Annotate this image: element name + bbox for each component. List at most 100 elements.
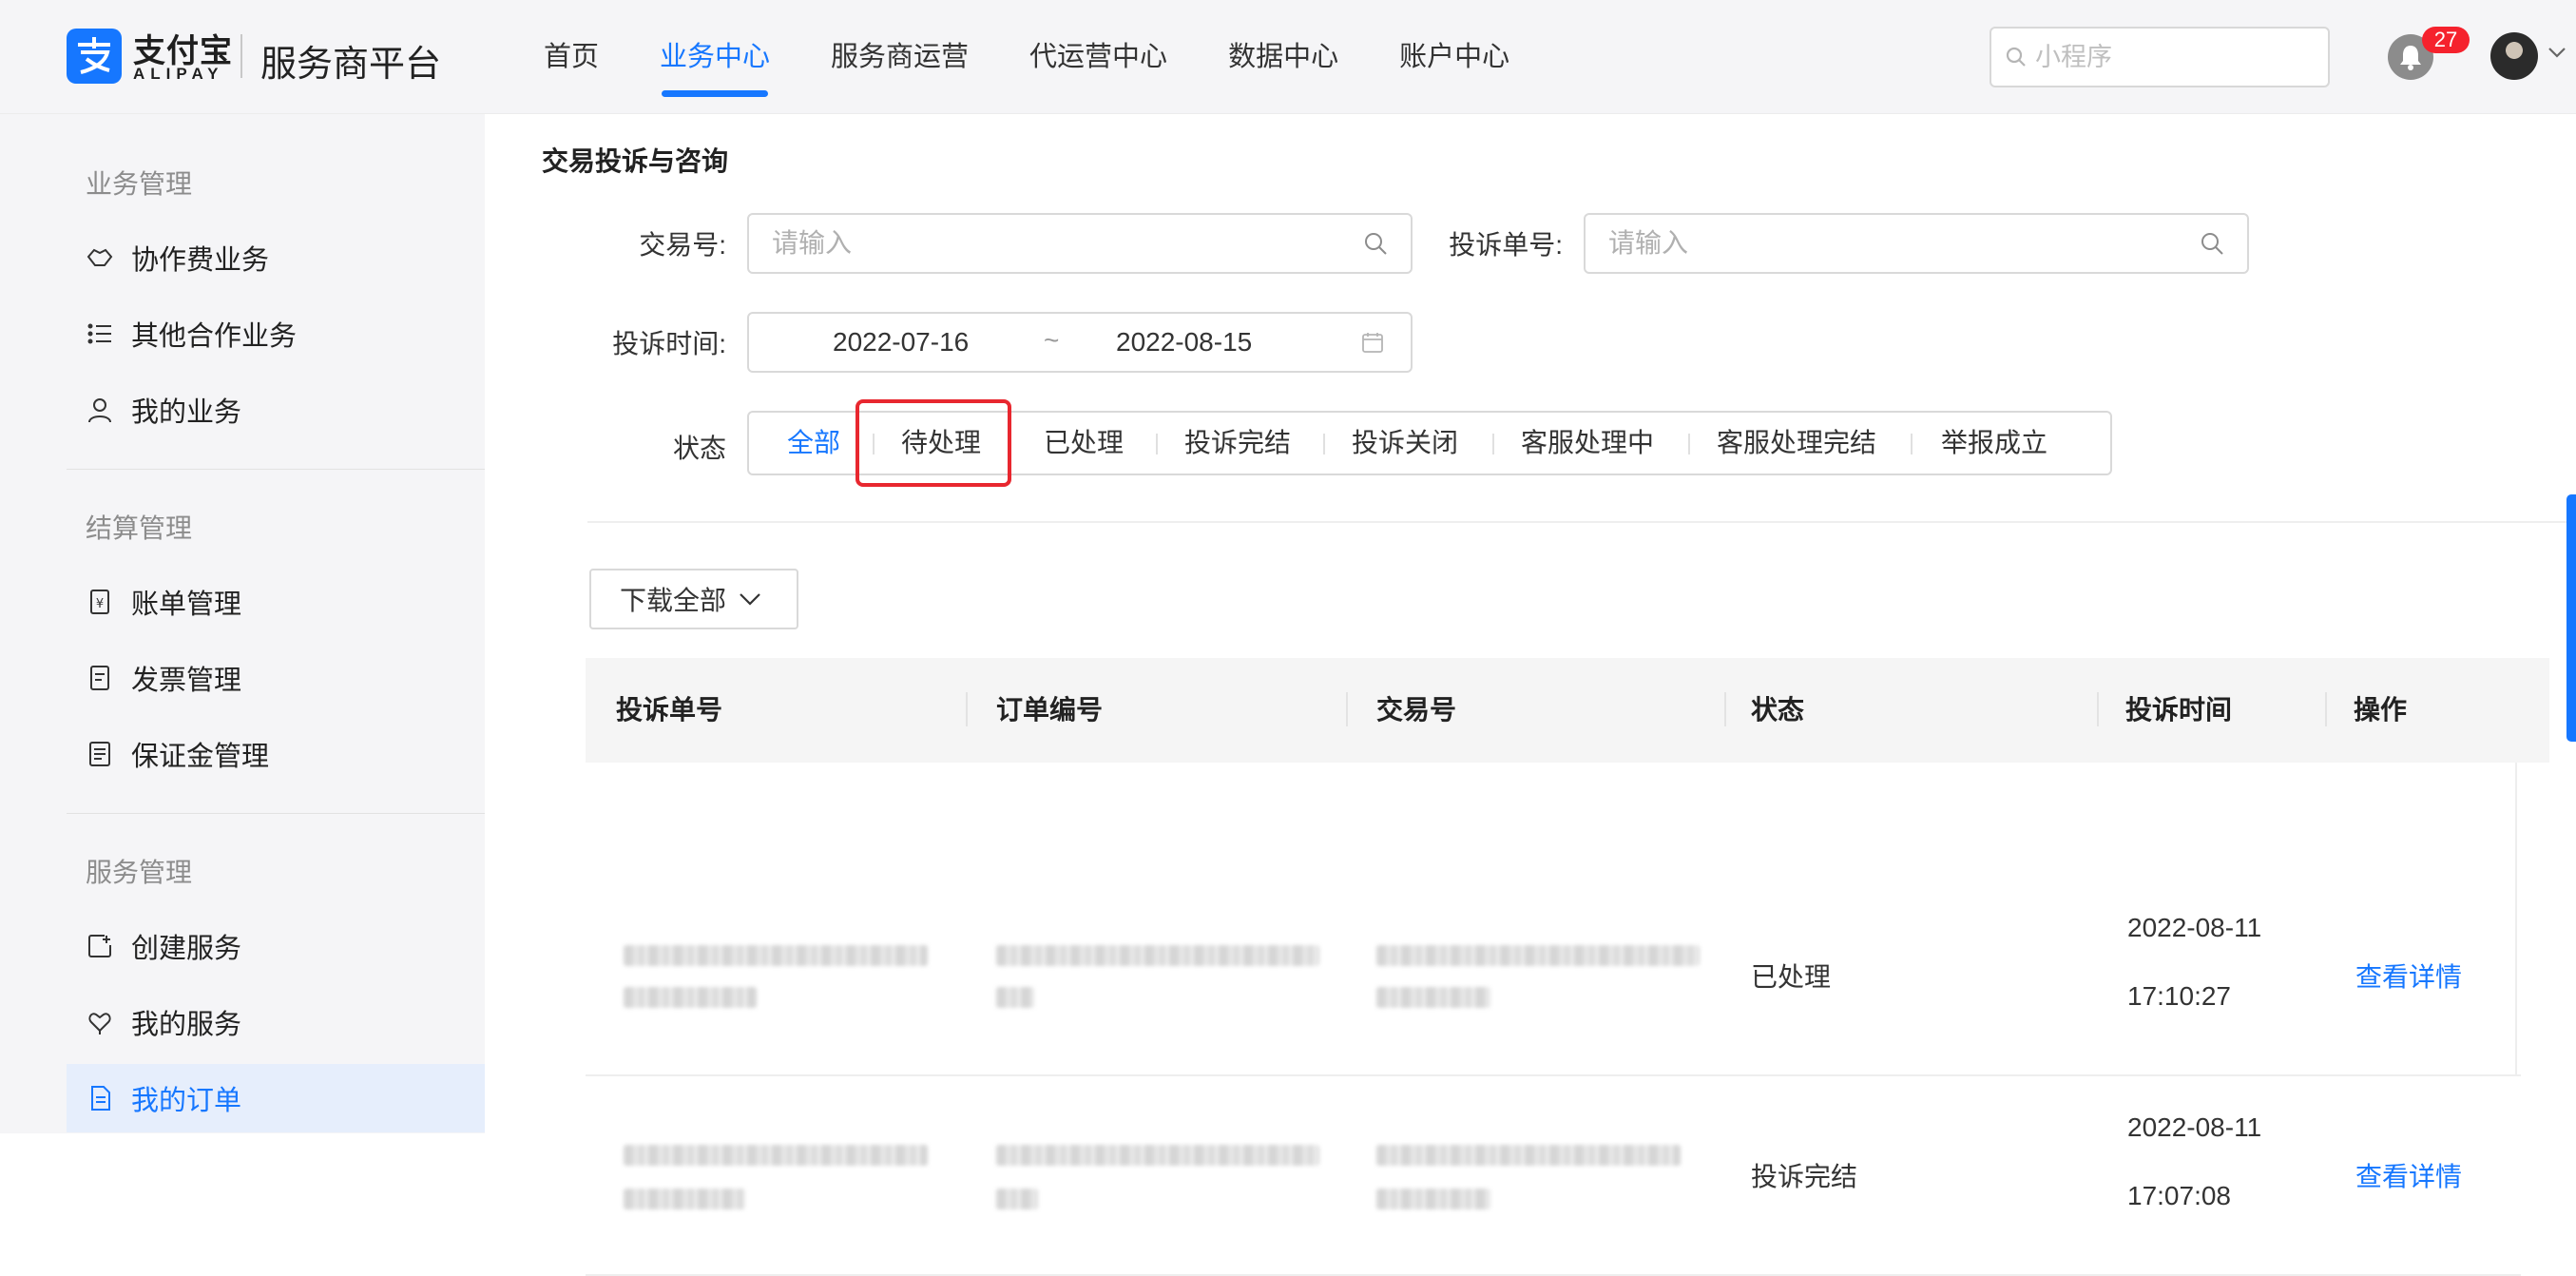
brand-divider (240, 34, 242, 78)
sidebar-item-label: 我的订单 (131, 1086, 242, 1116)
status-tab-processed[interactable]: 已处理 (1044, 413, 1124, 474)
tab-divider (1911, 434, 1913, 454)
sidebar-item-bills[interactable]: ¥ 账单管理 (67, 568, 485, 636)
global-search-input[interactable] (2035, 42, 2320, 72)
trade-no-label: 交易号: (639, 230, 726, 260)
table-row: 已处理 2022-08-11 17:10:27 查看详情 (586, 877, 2521, 1076)
col-divider (966, 692, 968, 726)
table-row: 投诉完结 2022-08-11 17:07:08 查看详情 (586, 1076, 2521, 1276)
sidebar-item-my-business[interactable]: 我的业务 (67, 376, 485, 444)
row-date: 2022-08-11 (2127, 913, 2262, 942)
download-all-label: 下载全部 (620, 586, 727, 615)
heart-hand-icon (86, 1008, 114, 1036)
sidebar-group-settlement: 结算管理 (86, 513, 193, 543)
col-actions: 操作 (2354, 695, 2408, 725)
status-tab-closed[interactable]: 投诉关闭 (1352, 413, 1458, 474)
sidebar-item-deposit[interactable]: 保证金管理 (67, 720, 485, 788)
col-complaint-no[interactable]: 投诉单号 (616, 658, 722, 763)
row-date: 2022-08-11 (2127, 1112, 2262, 1142)
search-icon[interactable] (2200, 231, 2224, 256)
col-trade-no[interactable]: 交易号 (1376, 658, 1456, 763)
add-square-icon (86, 932, 114, 960)
nav-data-center[interactable]: 数据中心 (1198, 0, 1369, 114)
row-time: 17:07:08 (2127, 1181, 2231, 1210)
download-all-button[interactable]: 下载全部 (589, 569, 798, 629)
list-icon (86, 319, 114, 348)
sidebar-item-label: 其他合作业务 (131, 321, 298, 352)
complaint-no-redacted (624, 987, 757, 1008)
order-document-icon (86, 1084, 114, 1112)
sidebar-divider (67, 813, 485, 814)
order-no-redacted (996, 1189, 1038, 1209)
sidebar-item-label: 我的服务 (131, 1010, 242, 1040)
date-range-picker[interactable]: 2022-07-16 ~ 2022-08-15 (747, 312, 1413, 373)
sidebar-divider (67, 469, 485, 470)
order-no-redacted (996, 987, 1034, 1008)
sidebar-item-invoices[interactable]: 发票管理 (67, 644, 485, 712)
date-start[interactable]: 2022-07-16 (833, 327, 969, 358)
status-tab-report-valid[interactable]: 举报成立 (1941, 413, 2047, 474)
sidebar-item-label: 我的业务 (131, 397, 242, 428)
date-end[interactable]: 2022-08-15 (1116, 327, 1252, 358)
view-details-link[interactable]: 查看详情 (2355, 1156, 2462, 1194)
tab-divider (1688, 434, 1690, 454)
col-order-no[interactable]: 订单编号 (996, 658, 1103, 763)
main-content: 交易投诉与咨询 交易号: 投诉单号: 投诉时间: 2022-07-16 ~ 20… (485, 114, 2576, 1276)
document-icon (86, 740, 114, 768)
chevron-down-icon[interactable] (2547, 46, 2566, 59)
trade-no-redacted (1376, 1145, 1681, 1166)
table-header: 投诉单号 订单编号 交易号 状态 投诉时间 操作 (586, 658, 2549, 763)
status-tab-all[interactable]: 全部 (787, 413, 840, 474)
col-divider (2097, 692, 2099, 726)
col-complaint-time[interactable]: 投诉时间 (2125, 658, 2232, 763)
tab-divider (1156, 434, 1158, 454)
row-status: 已处理 (1751, 962, 1832, 992)
handshake-icon (86, 243, 114, 272)
sidebar-item-create-service[interactable]: 创建服务 (67, 912, 485, 980)
sidebar-item-other-coop[interactable]: 其他合作业务 (67, 300, 485, 368)
nav-business-center[interactable]: 业务中心 (629, 0, 800, 114)
trade-no-redacted (1376, 1189, 1490, 1209)
complaint-no-input[interactable] (1608, 228, 2200, 259)
status-tab-completed[interactable]: 投诉完结 (1184, 413, 1291, 474)
sidebar-item-label: 协作费业务 (131, 245, 270, 276)
date-separator: ~ (1044, 325, 1060, 355)
bill-icon: ¥ (86, 588, 114, 616)
sidebar-item-my-orders[interactable]: 我的订单 (67, 1064, 485, 1132)
sidebar-item-label: 保证金管理 (131, 742, 270, 772)
trade-no-input[interactable] (772, 228, 1363, 259)
complaint-no-label: 投诉单号: (1449, 230, 1563, 260)
sidebar: 业务管理 协作费业务 其他合作业务 我的业务 结算管理 ¥ 账单管理 发票管理 (0, 114, 485, 1133)
view-details-link[interactable]: 查看详情 (2355, 957, 2462, 995)
sidebar-item-label: 创建服务 (131, 934, 242, 964)
global-search[interactable] (1990, 27, 2330, 87)
side-scroll-indicator[interactable] (2566, 494, 2576, 742)
complaint-no-field[interactable] (1584, 213, 2249, 274)
sidebar-group-service: 服务管理 (86, 858, 193, 887)
trade-no-field[interactable] (747, 213, 1413, 274)
nav-home[interactable]: 首页 (513, 0, 629, 114)
section-divider (587, 521, 2576, 523)
status-label: 状态 (672, 434, 726, 463)
sidebar-item-my-services[interactable]: 我的服务 (67, 988, 485, 1056)
complaint-no-redacted (624, 945, 928, 966)
col-divider (1346, 692, 1348, 726)
calendar-icon[interactable] (1361, 331, 1384, 354)
alipay-logo-icon[interactable] (67, 29, 122, 84)
nav-account-center[interactable]: 账户中心 (1369, 0, 1540, 114)
status-tab-cs-processing[interactable]: 客服处理中 (1521, 413, 1654, 474)
sidebar-item-collab-fee[interactable]: 协作费业务 (67, 223, 485, 292)
nav-agent-ops-center[interactable]: 代运营中心 (999, 0, 1198, 114)
col-divider (2325, 692, 2327, 726)
complaint-no-redacted (624, 1189, 745, 1209)
col-status[interactable]: 状态 (1751, 658, 1804, 763)
notification-count-badge: 27 (2422, 27, 2470, 53)
trade-no-redacted (1376, 987, 1490, 1008)
tab-divider (1492, 434, 1494, 454)
order-no-redacted (996, 945, 1319, 966)
trade-no-redacted (1376, 945, 1700, 966)
search-icon (2006, 47, 2026, 67)
status-tab-cs-done[interactable]: 客服处理完结 (1717, 413, 1876, 474)
nav-provider-ops[interactable]: 服务商运营 (800, 0, 999, 114)
user-avatar[interactable] (2490, 32, 2538, 80)
